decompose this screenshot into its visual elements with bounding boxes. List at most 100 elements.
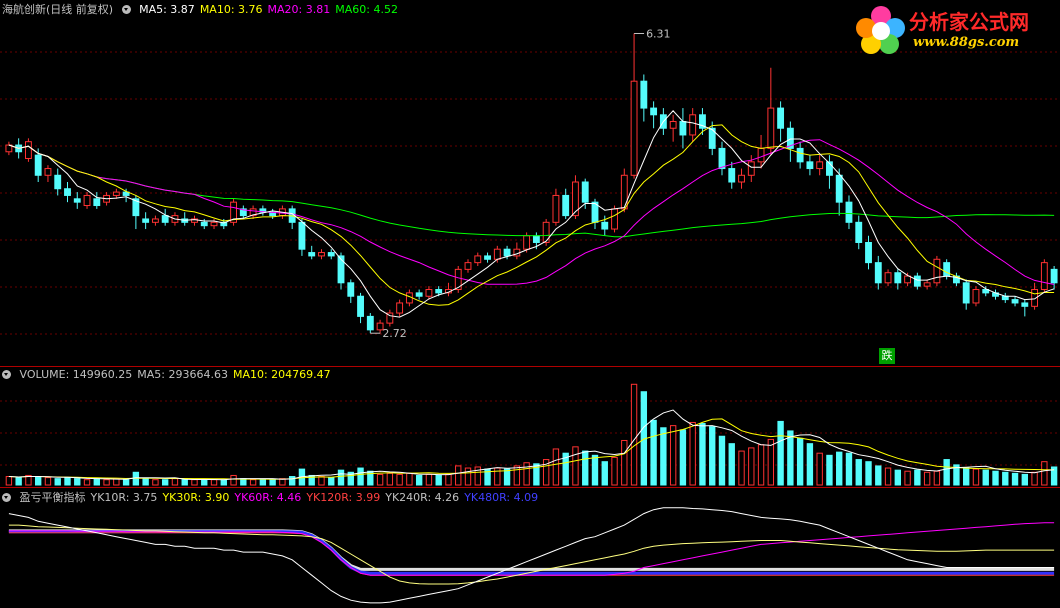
candle-body[interactable] bbox=[611, 208, 618, 230]
volume-bar[interactable] bbox=[660, 427, 667, 486]
volume-bar[interactable] bbox=[513, 465, 521, 486]
candle-body[interactable] bbox=[493, 248, 501, 260]
candle-body[interactable] bbox=[112, 191, 120, 196]
volume-bar[interactable] bbox=[122, 479, 130, 486]
volume-bar[interactable] bbox=[191, 479, 198, 486]
volume-bar[interactable] bbox=[806, 443, 814, 486]
candle-body[interactable] bbox=[894, 272, 902, 284]
candle-body[interactable] bbox=[347, 282, 355, 297]
candle-body[interactable] bbox=[884, 272, 892, 284]
volume-bar[interactable] bbox=[142, 478, 149, 486]
candle-body[interactable] bbox=[1011, 299, 1019, 304]
candle-body[interactable] bbox=[34, 154, 42, 176]
candle-body[interactable] bbox=[151, 218, 159, 223]
candle-body[interactable] bbox=[669, 121, 677, 129]
candle-body[interactable] bbox=[210, 221, 218, 227]
candle-body[interactable] bbox=[777, 107, 785, 129]
candle-body[interactable] bbox=[327, 252, 335, 257]
volume-bar[interactable] bbox=[796, 437, 804, 486]
candle-body[interactable] bbox=[913, 275, 921, 287]
indicator-panel[interactable]: 盈亏平衡指标 YK10R: 3.75 YK30R: 3.90 YK60R: 4.46 Y… bbox=[0, 487, 1060, 608]
candle-body[interactable] bbox=[552, 194, 560, 223]
candle-body[interactable] bbox=[1001, 295, 1009, 301]
volume-bar[interactable] bbox=[464, 467, 472, 486]
volume-bar[interactable] bbox=[74, 478, 81, 486]
volume-bar[interactable] bbox=[982, 469, 989, 486]
candle-body[interactable] bbox=[767, 107, 775, 149]
volume-bar[interactable] bbox=[816, 452, 823, 486]
volume-bar[interactable] bbox=[386, 472, 394, 486]
volume-bar[interactable] bbox=[748, 447, 755, 486]
candle-body[interactable] bbox=[532, 235, 540, 243]
volume-bar[interactable] bbox=[181, 479, 188, 486]
candle-body[interactable] bbox=[161, 215, 169, 223]
volume-bar[interactable] bbox=[406, 472, 413, 486]
candle-body[interactable] bbox=[83, 194, 91, 207]
price-panel[interactable]: 海航创新(日线 前复权) MA5: 3.87 MA10: 3.76 MA20: 3.… bbox=[0, 0, 1060, 366]
candle-body[interactable] bbox=[806, 161, 814, 170]
volume-bar[interactable] bbox=[591, 454, 599, 486]
volume-bar[interactable] bbox=[5, 476, 13, 486]
volume-bar[interactable] bbox=[269, 479, 276, 486]
candle-body[interactable] bbox=[943, 262, 951, 277]
volume-bar[interactable] bbox=[376, 473, 384, 486]
dropdown-icon[interactable] bbox=[2, 370, 11, 379]
volume-bar[interactable] bbox=[963, 467, 970, 486]
volume-bar[interactable] bbox=[992, 470, 999, 486]
candle-body[interactable] bbox=[503, 248, 511, 257]
candle-body[interactable] bbox=[425, 289, 433, 297]
volume-bar[interactable] bbox=[337, 469, 345, 486]
candle-body[interactable] bbox=[972, 289, 980, 304]
volume-bar[interactable] bbox=[826, 454, 833, 486]
candle-body[interactable] bbox=[562, 194, 570, 217]
volume-bar[interactable] bbox=[923, 471, 931, 486]
volume-bar[interactable] bbox=[15, 477, 22, 486]
volume-bar[interactable] bbox=[64, 477, 71, 486]
candle-body[interactable] bbox=[601, 221, 609, 230]
volume-bar[interactable] bbox=[738, 450, 745, 486]
candle-body[interactable] bbox=[93, 198, 101, 207]
volume-bar[interactable] bbox=[630, 383, 638, 486]
dropdown-icon[interactable] bbox=[2, 493, 11, 502]
candle-body[interactable] bbox=[923, 282, 931, 287]
candle-body[interactable] bbox=[142, 218, 150, 223]
candle-body[interactable] bbox=[747, 161, 755, 176]
candle-body[interactable] bbox=[24, 141, 32, 159]
volume-bar[interactable] bbox=[1031, 471, 1038, 486]
candle-body[interactable] bbox=[630, 80, 638, 176]
volume-bar[interactable] bbox=[249, 479, 257, 486]
candle-body[interactable] bbox=[904, 275, 912, 284]
volume-bar[interactable] bbox=[836, 451, 843, 486]
volume-bar[interactable] bbox=[611, 456, 618, 486]
dropdown-icon[interactable] bbox=[121, 5, 131, 14]
volume-bar[interactable] bbox=[1002, 471, 1009, 486]
candle-body[interactable] bbox=[200, 221, 208, 227]
candle-body[interactable] bbox=[64, 188, 71, 196]
volume-bar[interactable] bbox=[689, 421, 696, 486]
volume-bar[interactable] bbox=[933, 470, 941, 486]
volume-bar[interactable] bbox=[357, 467, 364, 486]
volume-bar[interactable] bbox=[767, 438, 775, 486]
volume-bar[interactable] bbox=[943, 459, 950, 486]
volume-bar[interactable] bbox=[601, 461, 608, 486]
volume-bar[interactable] bbox=[669, 425, 677, 486]
volume-bar[interactable] bbox=[709, 426, 716, 486]
candle-body[interactable] bbox=[298, 221, 306, 250]
volume-bar[interactable] bbox=[93, 478, 100, 486]
candle-body[interactable] bbox=[318, 252, 325, 257]
volume-bar[interactable] bbox=[718, 435, 726, 486]
candle-body[interactable] bbox=[523, 235, 531, 250]
candle-body[interactable] bbox=[73, 198, 81, 203]
volume-bar[interactable] bbox=[44, 477, 52, 486]
volume-bar[interactable] bbox=[288, 476, 296, 486]
volume-bar[interactable] bbox=[259, 479, 267, 486]
volume-bar[interactable] bbox=[914, 469, 921, 486]
candle-body[interactable] bbox=[865, 241, 872, 264]
candle-body[interactable] bbox=[796, 147, 804, 163]
volume-bar[interactable] bbox=[777, 420, 784, 486]
volume-bar[interactable] bbox=[699, 423, 706, 486]
volume-bar[interactable] bbox=[103, 479, 110, 486]
volume-bar[interactable] bbox=[83, 479, 91, 486]
volume-bar[interactable] bbox=[582, 450, 589, 486]
volume-bar[interactable] bbox=[523, 462, 530, 486]
